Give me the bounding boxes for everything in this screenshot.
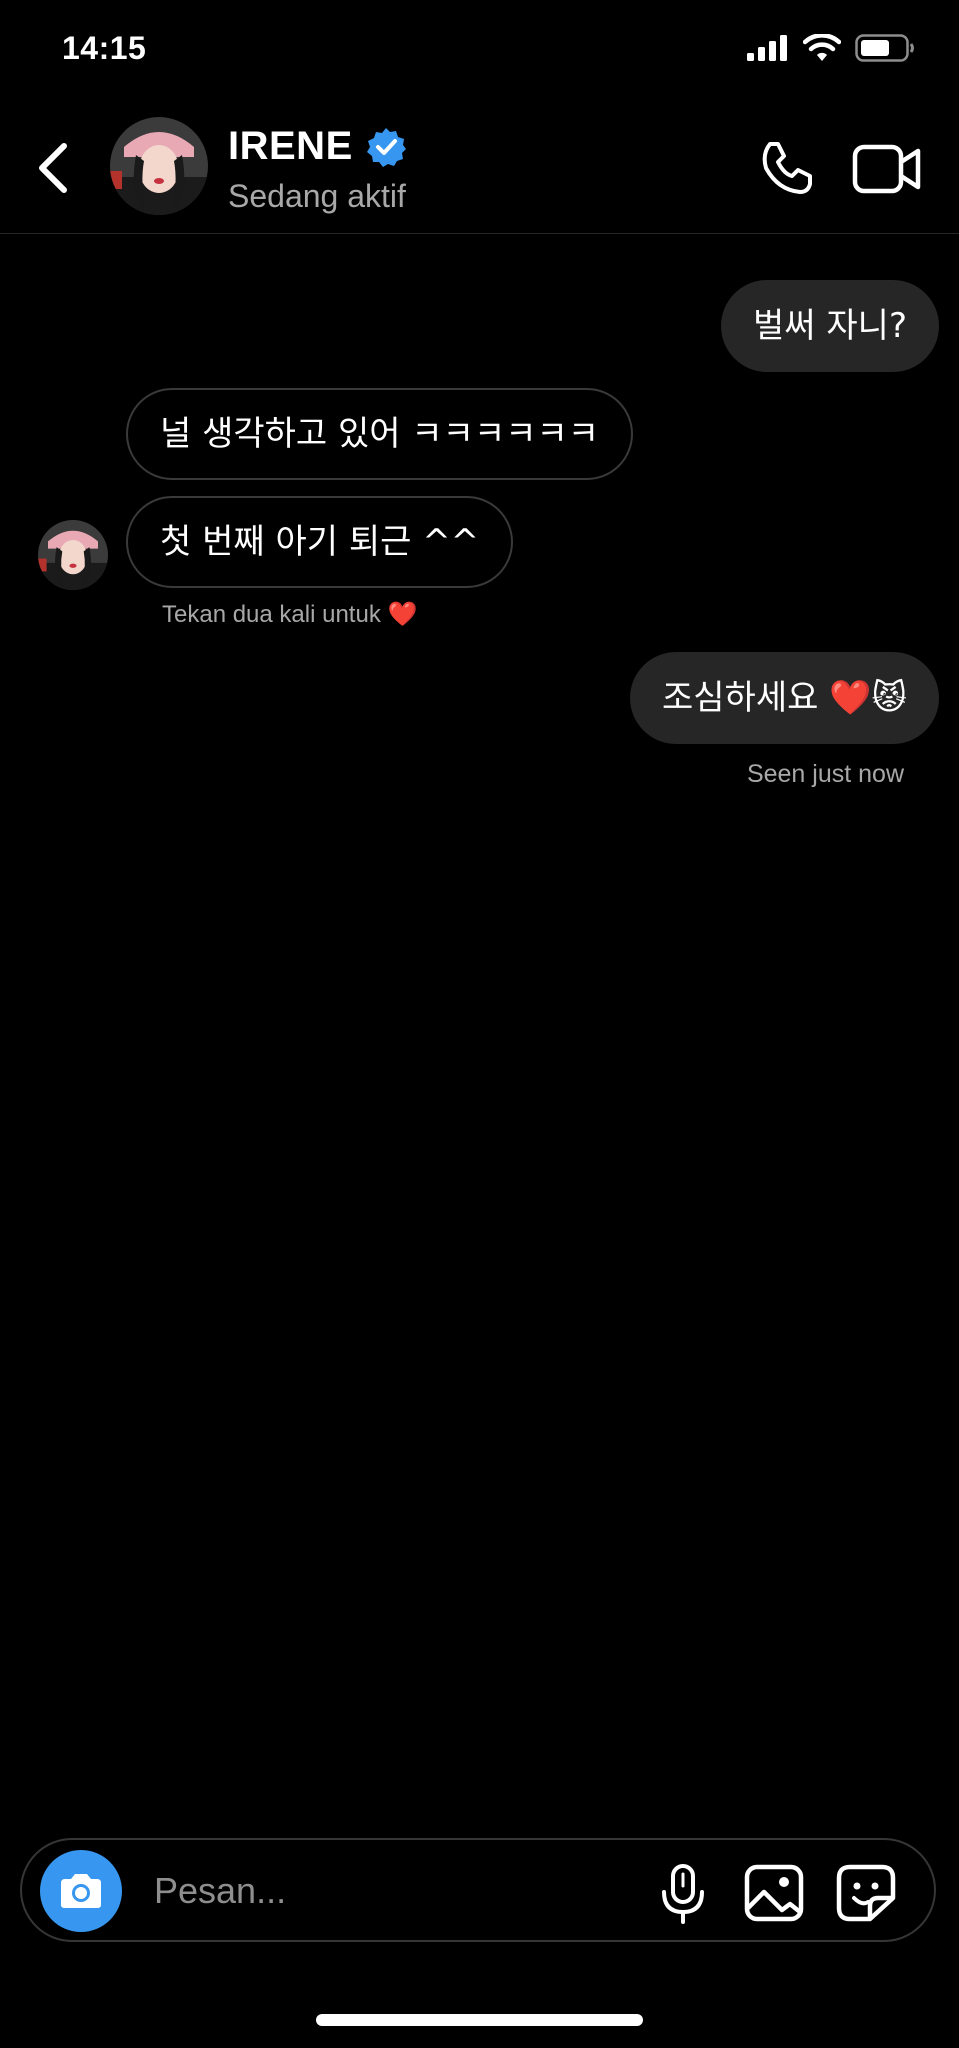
microphone-icon[interactable] xyxy=(658,1864,708,1924)
home-indicator[interactable] xyxy=(316,2014,643,2026)
message-bubble-incoming[interactable]: 첫 번째 아기 퇴근 ^^ xyxy=(126,496,514,588)
double-tap-hint-text: Tekan dua kali untuk xyxy=(162,601,381,628)
camera-button[interactable] xyxy=(40,1850,122,1932)
message-input[interactable] xyxy=(152,1862,656,1920)
battery-icon xyxy=(855,34,914,62)
activity-status: Sedang aktif xyxy=(228,178,406,214)
message-composer xyxy=(20,1838,936,1942)
wifi-icon xyxy=(803,34,841,61)
verified-badge-icon xyxy=(366,127,406,167)
video-camera-icon[interactable] xyxy=(852,142,922,196)
signal-icon xyxy=(747,35,787,61)
contact-name: IRENE xyxy=(228,124,353,168)
heart-icon: ❤️ xyxy=(387,600,418,628)
message-bubble-incoming[interactable]: 널 생각하고 있어 ㅋㅋㅋㅋㅋㅋ xyxy=(126,388,634,480)
double-tap-hint: Tekan dua kali untuk ❤️ xyxy=(162,600,417,629)
message-bubble-outgoing[interactable]: 조심하세요 ❤️😾 xyxy=(630,652,939,744)
phone-icon[interactable] xyxy=(756,138,816,198)
contact-avatar[interactable] xyxy=(110,117,208,215)
sticker-icon[interactable] xyxy=(836,1864,896,1922)
back-arrow-icon[interactable] xyxy=(30,138,80,198)
status-icons xyxy=(747,34,915,62)
seen-status: Seen just now xyxy=(746,760,904,788)
chat-header: IRENE Sedang aktif xyxy=(0,100,959,234)
gallery-icon[interactable] xyxy=(744,1864,804,1922)
camera-icon xyxy=(61,1874,101,1908)
contact-name-row[interactable]: IRENE xyxy=(228,124,407,169)
message-bubble-outgoing[interactable]: 벌써 자니? xyxy=(721,280,939,372)
message-sender-avatar[interactable] xyxy=(38,520,108,590)
status-time: 14:15 xyxy=(62,30,147,66)
